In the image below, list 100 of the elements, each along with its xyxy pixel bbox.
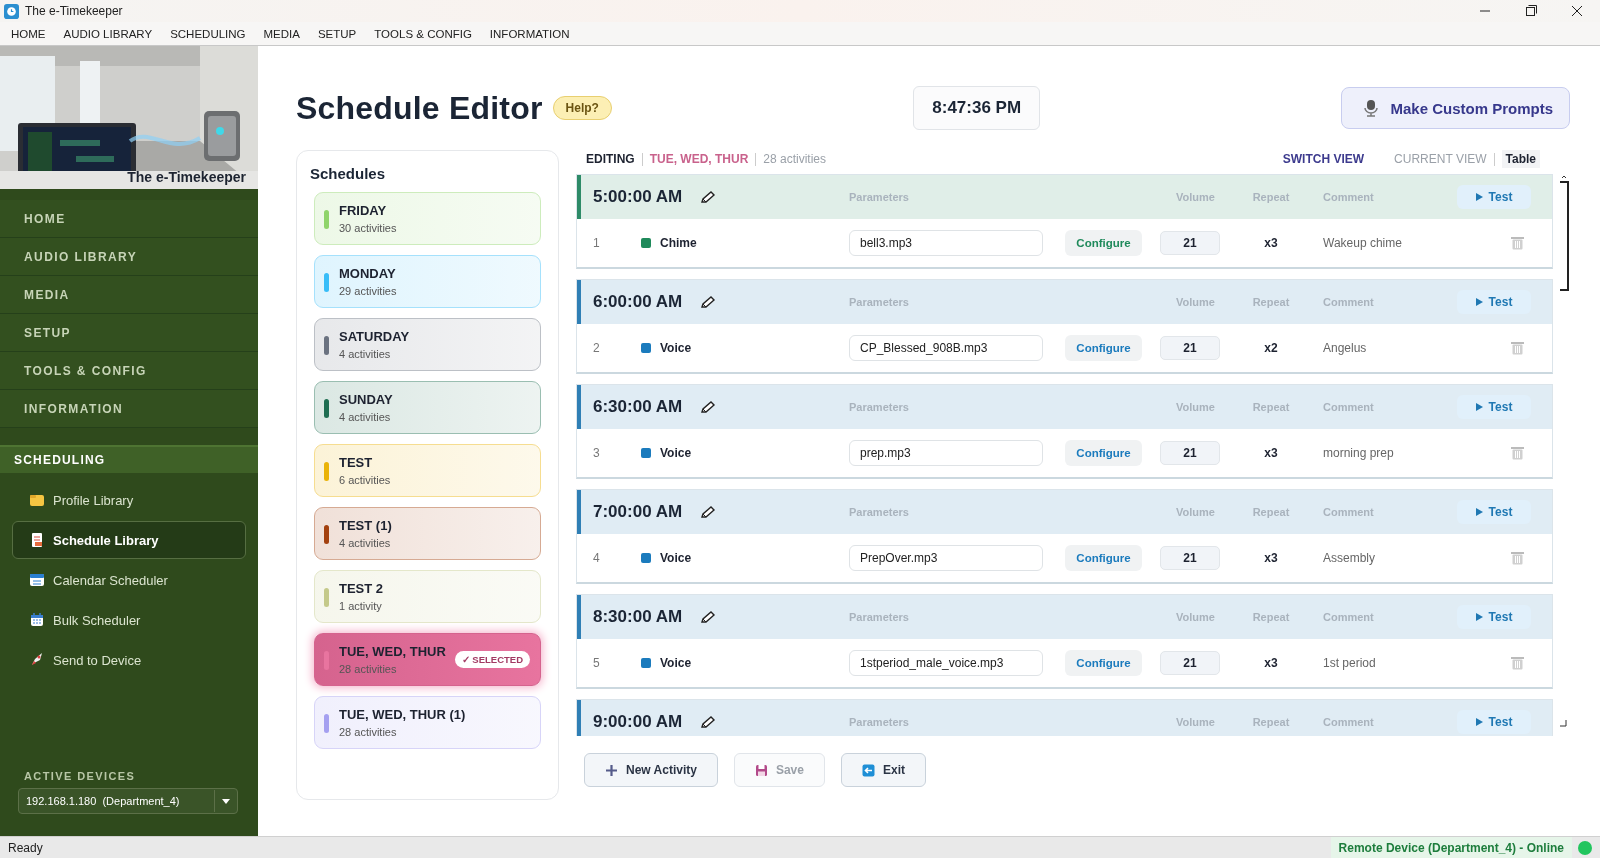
schedule-card[interactable]: TEST 2 1 activity	[314, 570, 541, 623]
test-button[interactable]: Test	[1457, 500, 1531, 524]
current-view-label: CURRENT VIEW	[1394, 152, 1487, 166]
menu-item[interactable]: SETUP	[308, 22, 366, 45]
column-header: Volume	[1175, 716, 1216, 728]
nav-item[interactable]: TOOLS & CONFIG	[0, 352, 258, 390]
schedule-name: TEST	[339, 455, 374, 470]
pencil-icon[interactable]	[700, 610, 717, 624]
volume-field[interactable]: 21	[1160, 546, 1220, 570]
comment-text: 1st period	[1323, 656, 1377, 670]
configure-button[interactable]: Configure	[1065, 545, 1142, 571]
activity-time: 7:00:00 AM	[593, 502, 683, 522]
schedule-card[interactable]: FRIDAY 30 activities	[314, 192, 541, 245]
calendar-icon	[29, 572, 45, 588]
menu-item[interactable]: INFORMATION	[480, 22, 579, 45]
schedule-card[interactable]: MONDAY 29 activities	[314, 255, 541, 308]
pencil-icon[interactable]	[700, 295, 717, 309]
column-header: Repeat	[1251, 506, 1291, 518]
schedule-card[interactable]: TUE, WED, THUR 28 activities ✓ SELECTED	[314, 633, 541, 686]
column-header: Repeat	[1251, 716, 1291, 728]
plus-button[interactable]: New Activity	[584, 753, 718, 787]
menu-item[interactable]: TOOLS & CONFIG	[365, 22, 481, 45]
pencil-icon[interactable]	[700, 715, 717, 729]
column-header: Parameters	[849, 191, 910, 203]
parameter-field[interactable]: prep.mp3	[849, 440, 1043, 466]
configure-button[interactable]: Configure	[1065, 650, 1142, 676]
nav-item[interactable]: SETUP	[0, 314, 258, 352]
activity-count: 1 activity	[339, 600, 383, 612]
volume-field[interactable]: 21	[1160, 651, 1220, 675]
comment-text: Assembly	[1323, 551, 1376, 565]
volume-field[interactable]: 21	[1160, 336, 1220, 360]
configure-button[interactable]: Configure	[1065, 440, 1142, 466]
custom-prompts-button[interactable]: Make Custom Prompts	[1341, 87, 1570, 129]
test-button[interactable]: Test	[1457, 710, 1531, 734]
sidebar-item[interactable]: Send to Device	[12, 641, 246, 679]
schedule-card[interactable]: SATURDAY 4 activities	[314, 318, 541, 371]
test-button[interactable]: Test	[1457, 185, 1531, 209]
nav-item[interactable]: INFORMATION	[0, 390, 258, 428]
nav-item[interactable]: AUDIO LIBRARY	[0, 238, 258, 276]
schedule-card[interactable]: SUNDAY 4 activities	[314, 381, 541, 434]
schedule-card[interactable]: TUE, WED, THUR (1) 28 activities	[314, 696, 541, 749]
activity-time: 6:30:00 AM	[593, 397, 683, 417]
parameter-field[interactable]: PrepOver.mp3	[849, 545, 1043, 571]
row-number: 1	[593, 236, 601, 250]
menu-item[interactable]: MEDIA	[254, 22, 309, 45]
column-header: Parameters	[849, 401, 910, 413]
volume-field[interactable]: 21	[1160, 231, 1220, 255]
pencil-icon[interactable]	[700, 400, 717, 414]
pencil-icon[interactable]	[700, 190, 717, 204]
test-button[interactable]: Test	[1457, 395, 1531, 419]
schedule-name: FRIDAY	[339, 203, 388, 218]
nav-item[interactable]: MEDIA	[0, 276, 258, 314]
activity-time: 8:30:00 AM	[593, 607, 683, 627]
parameter-field[interactable]: 1stperiod_male_voice.mp3	[849, 650, 1043, 676]
banner-caption: The e-Timekeeper	[127, 169, 246, 185]
test-button[interactable]: Test	[1457, 605, 1531, 629]
device-dropdown[interactable]: 192.168.1.180 (Department_4)	[18, 788, 238, 814]
menu-item[interactable]: HOME	[2, 22, 55, 45]
activity-time: 9:00:00 AM	[593, 712, 683, 732]
rocket-icon	[29, 652, 45, 668]
activity-time: 5:00:00 AM	[593, 187, 683, 207]
sidebar-item[interactable]: Bulk Scheduler	[12, 601, 246, 639]
clock-display: 8:47:36 PM	[913, 86, 1041, 130]
activity-count: 30 activities	[339, 222, 397, 234]
configure-button[interactable]: Configure	[1065, 230, 1142, 256]
sidebar-item[interactable]: Profile Library	[12, 481, 246, 519]
pencil-icon[interactable]	[700, 505, 717, 519]
activity-count: 6 activities	[339, 474, 391, 486]
test-button[interactable]: Test	[1457, 290, 1531, 314]
current-view-value: Table	[1501, 150, 1540, 168]
column-header: Comment	[1323, 716, 1375, 728]
schedule-name: TUE, WED, THUR	[339, 644, 446, 659]
row-number: 2	[593, 341, 601, 355]
activity-type: Voice	[660, 656, 692, 670]
menu-item[interactable]: SCHEDULING	[161, 22, 255, 45]
nav-item[interactable]: HOME	[0, 200, 258, 238]
activity-type: Voice	[660, 341, 692, 355]
activity-type: Voice	[660, 551, 692, 565]
parameter-field[interactable]: bell3.mp3	[849, 230, 1043, 256]
schedule-card[interactable]: TEST 6 activities	[314, 444, 541, 497]
help-badge[interactable]: Help?	[552, 96, 612, 120]
menu-item[interactable]: AUDIO LIBRARY	[54, 22, 162, 45]
exit-button[interactable]: Exit	[840, 753, 926, 787]
activity-type: Chime	[660, 236, 697, 250]
configure-button[interactable]: Configure	[1065, 335, 1142, 361]
volume-field[interactable]: 21	[1160, 441, 1220, 465]
sidebar-item[interactable]: Schedule Library	[12, 521, 246, 559]
switch-view-link[interactable]: SWITCH VIEW	[1282, 152, 1365, 166]
schedule-name: SUNDAY	[339, 392, 393, 407]
column-header: Parameters	[849, 506, 910, 518]
play-icon	[1475, 613, 1483, 621]
repeat-count: x3	[1263, 236, 1279, 250]
repeat-count: x2	[1263, 341, 1279, 355]
schedule-card[interactable]: TEST (1) 4 activities	[314, 507, 541, 560]
column-header: Repeat	[1251, 296, 1291, 308]
parameter-field[interactable]: CP_Blessed_908B.mp3	[849, 335, 1043, 361]
schedule-name: MONDAY	[339, 266, 397, 281]
editing-label: EDITING	[586, 152, 635, 166]
play-icon	[1475, 298, 1483, 306]
sidebar-item[interactable]: Calendar Scheduler	[12, 561, 246, 599]
